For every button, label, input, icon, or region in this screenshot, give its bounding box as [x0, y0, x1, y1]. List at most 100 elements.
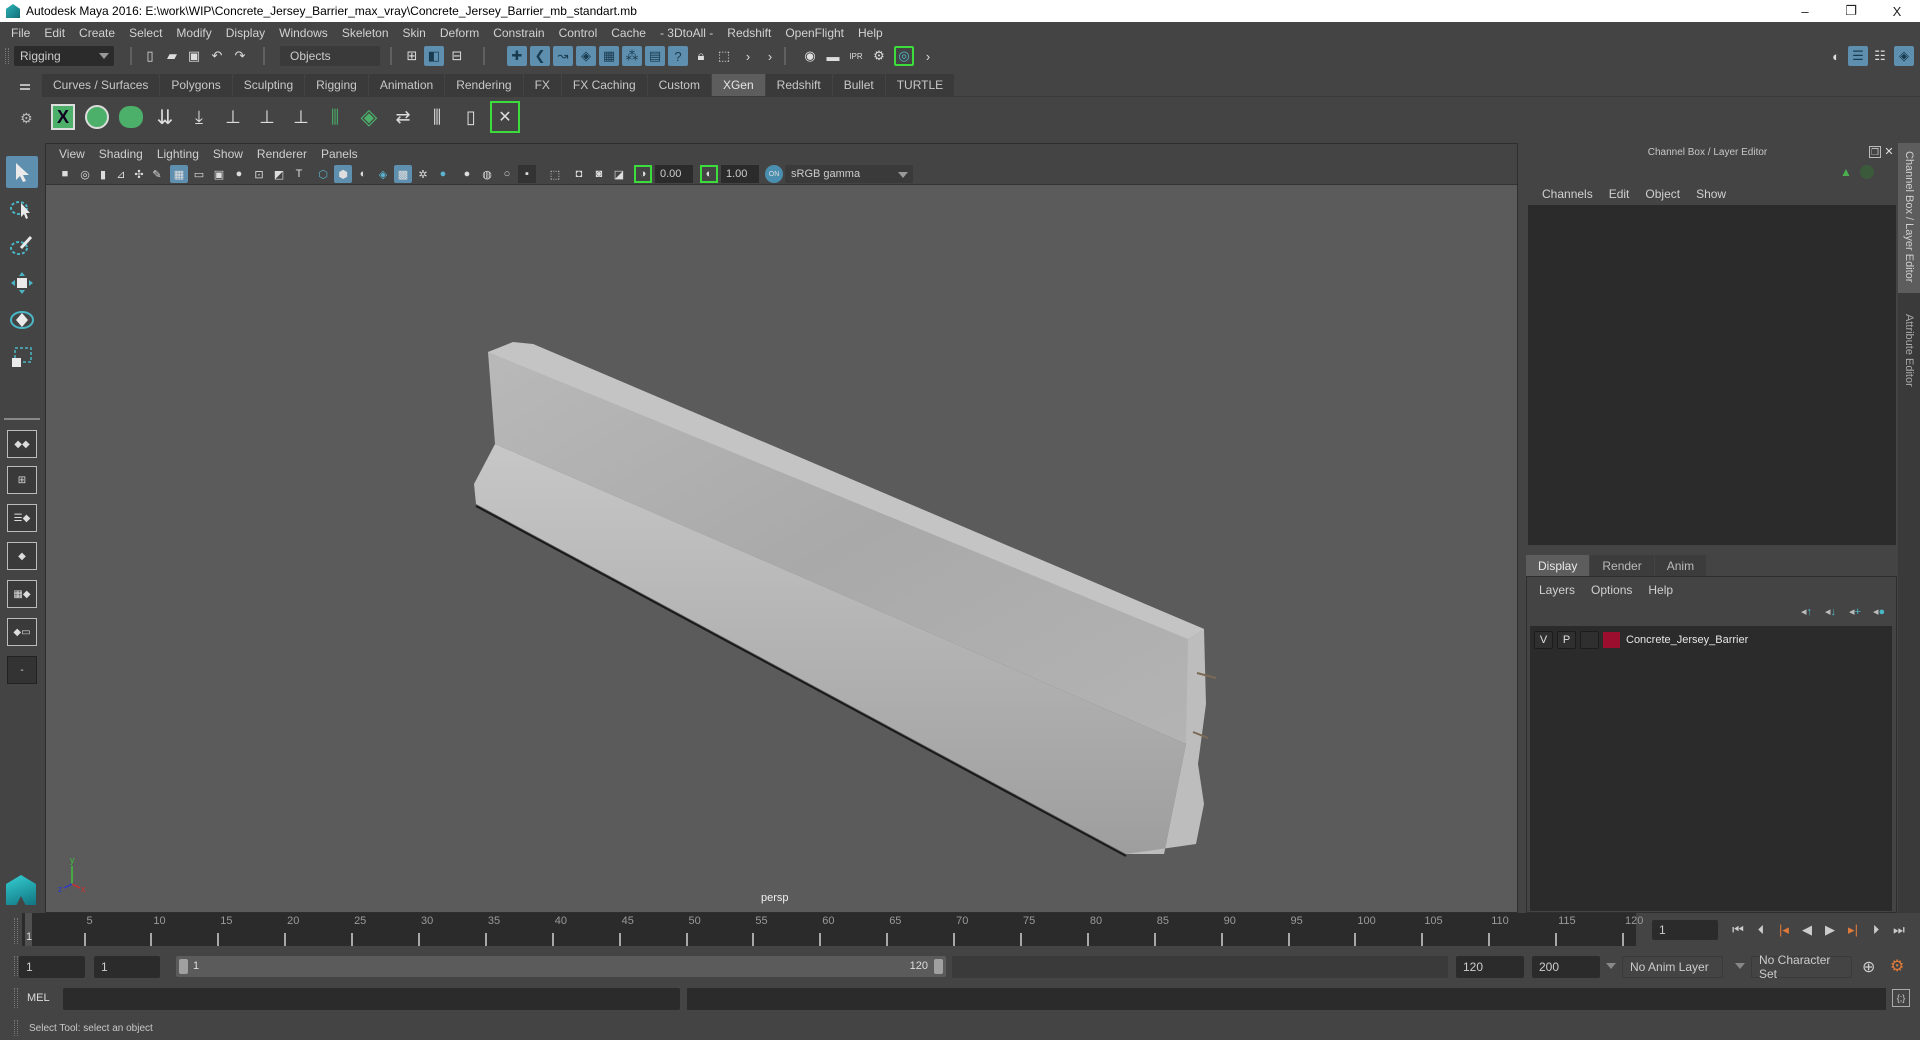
- step-forward-key-icon[interactable]: ▸|: [1843, 921, 1863, 939]
- channels-menu[interactable]: Channels: [1534, 187, 1601, 201]
- guides-to-curves-icon[interactable]: ▯: [456, 101, 486, 133]
- menu-file[interactable]: File: [4, 26, 37, 40]
- menu-select[interactable]: Select: [122, 26, 169, 40]
- menu-openflight[interactable]: OpenFlight: [778, 26, 851, 40]
- menu-redshift[interactable]: Redshift: [720, 26, 778, 40]
- close-panel-icon[interactable]: ✕: [1883, 146, 1895, 158]
- side-tab-attribute-editor[interactable]: Attribute Editor: [1898, 306, 1920, 406]
- play-forwards-icon[interactable]: ▶: [1820, 921, 1840, 939]
- select-by-object-type-icon[interactable]: ◧: [424, 46, 444, 66]
- expand-arrow-icon[interactable]: ›: [738, 46, 758, 66]
- drag-handle[interactable]: [5, 48, 9, 64]
- menu-modify[interactable]: Modify: [169, 26, 218, 40]
- add-guide-icon[interactable]: ⊥: [218, 101, 248, 133]
- shelf-tab-xgen[interactable]: XGen: [711, 74, 766, 96]
- scene-canvas[interactable]: y x z: [46, 144, 1519, 914]
- float-panel-icon[interactable]: ❐: [1869, 146, 1881, 158]
- menu-edit[interactable]: Edit: [37, 26, 72, 40]
- save-scene-icon[interactable]: ▣: [184, 46, 204, 66]
- rebuild-guides-icon[interactable]: ⫼: [320, 101, 350, 133]
- snap-to-curves-icon[interactable]: ❮: [530, 46, 550, 66]
- menuset-dropdown[interactable]: Rigging: [14, 46, 114, 66]
- lock-guide-icon[interactable]: ⊥: [286, 101, 316, 133]
- animation-end-field[interactable]: 200: [1532, 956, 1600, 978]
- range-drag-handle[interactable]: [14, 956, 18, 976]
- options-menu[interactable]: Options: [1583, 583, 1640, 597]
- four-view-layout-icon[interactable]: ⊞: [7, 466, 37, 494]
- select-tool-icon[interactable]: [6, 156, 38, 188]
- lasso-tool-icon[interactable]: [6, 193, 38, 225]
- lock-icon[interactable]: 🔒︎: [691, 46, 711, 66]
- layer-visibility-toggle[interactable]: V: [1534, 631, 1553, 649]
- outliner-persp-layout-icon[interactable]: ☰◆: [7, 504, 37, 532]
- single-perspective-layout-icon[interactable]: ◆◆: [7, 430, 37, 458]
- shelf-tab-turtle[interactable]: TURTLE: [885, 74, 956, 96]
- render-current-frame-icon[interactable]: ▬: [823, 46, 843, 66]
- show-menu[interactable]: Show: [1688, 187, 1734, 201]
- redo-icon[interactable]: ↷: [230, 46, 250, 66]
- menu-create[interactable]: Create: [72, 26, 122, 40]
- shelf-tab-fx-caching[interactable]: FX Caching: [561, 74, 648, 96]
- menu-cache[interactable]: Cache: [604, 26, 653, 40]
- character-set-menu-icon[interactable]: [1735, 963, 1745, 969]
- xgen-clear-preview-icon[interactable]: [116, 101, 146, 133]
- new-empty-layer-icon[interactable]: ◂+: [1849, 605, 1861, 618]
- layer-tab-display[interactable]: Display: [1526, 555, 1590, 576]
- persp-graph-layout-icon[interactable]: ◆: [7, 542, 37, 570]
- layout-options-icon[interactable]: -: [7, 656, 37, 684]
- select-by-component-icon[interactable]: ⊟: [447, 46, 467, 66]
- move-layer-down-icon[interactable]: ◂↓: [1825, 605, 1836, 618]
- menu-skin[interactable]: Skin: [396, 26, 433, 40]
- speed-toggle-icon[interactable]: [1860, 165, 1874, 179]
- anim-layer-dropdown[interactable]: No Anim Layer: [1622, 956, 1723, 978]
- snap-to-projected-center-icon[interactable]: ◈: [576, 46, 596, 66]
- menu-windows[interactable]: Windows: [272, 26, 335, 40]
- viewport-panel[interactable]: View Shading Lighting Show Renderer Pane…: [45, 143, 1518, 913]
- menu-skeleton[interactable]: Skeleton: [335, 26, 396, 40]
- shelf-settings-gear-icon[interactable]: ⚙: [20, 110, 33, 127]
- open-scene-icon[interactable]: ▰: [162, 46, 182, 66]
- go-to-end-icon[interactable]: ⏭: [1889, 921, 1909, 939]
- layer-tab-render[interactable]: Render: [1590, 555, 1654, 576]
- move-tool-icon[interactable]: [6, 267, 38, 299]
- close-button[interactable]: X: [1874, 0, 1920, 22]
- command-language-label[interactable]: MEL: [27, 992, 50, 1004]
- range-slider[interactable]: 1 120: [176, 956, 946, 977]
- xgen-toggle-icon[interactable]: ✕: [490, 101, 520, 133]
- rotate-tool-icon[interactable]: [6, 304, 38, 336]
- bend-guide-icon[interactable]: ⇄: [388, 101, 418, 133]
- anim-layer-menu-icon[interactable]: [1606, 963, 1616, 969]
- command-line-drag-handle[interactable]: [14, 988, 18, 1008]
- channel-box-area[interactable]: [1528, 205, 1896, 545]
- playback-start-field[interactable]: 1: [94, 956, 160, 978]
- render-settings-icon[interactable]: ⚙: [869, 46, 889, 66]
- range-end-handle[interactable]: [934, 959, 943, 974]
- current-frame-field[interactable]: 1: [1652, 920, 1718, 940]
- layer-tab-anim[interactable]: Anim: [1654, 555, 1707, 576]
- layer-display-type-toggle[interactable]: [1580, 631, 1599, 649]
- layer-color-swatch[interactable]: [1603, 632, 1620, 648]
- shelf-tab-custom[interactable]: Custom: [647, 74, 712, 96]
- undo-icon[interactable]: ↶: [207, 46, 227, 66]
- select-lock-icon[interactable]: ⬚: [714, 46, 734, 66]
- menu-display[interactable]: Display: [219, 26, 272, 40]
- make-live-icon[interactable]: ⁂: [622, 46, 642, 66]
- ipr-render-icon[interactable]: IPR: [846, 46, 866, 66]
- animation-start-field[interactable]: 1: [19, 956, 85, 978]
- move-layer-up-icon[interactable]: ◂↑: [1801, 605, 1812, 618]
- snap-to-points-icon[interactable]: ↝: [553, 46, 573, 66]
- modeling-toolkit-icon[interactable]: ◐: [1826, 46, 1846, 66]
- snap-to-view-planes-icon[interactable]: ▦: [599, 46, 619, 66]
- restore-button[interactable]: ❐: [1828, 0, 1874, 22]
- auto-key-icon[interactable]: ⊕: [1862, 957, 1875, 977]
- minimize-button[interactable]: –: [1782, 0, 1828, 22]
- edit-menu[interactable]: Edit: [1601, 187, 1638, 201]
- menu-help[interactable]: Help: [851, 26, 890, 40]
- character-set-dropdown[interactable]: No Character Set: [1751, 953, 1852, 981]
- new-layer-from-selected-icon[interactable]: ◂●: [1873, 605, 1885, 618]
- layer-name[interactable]: Concrete_Jersey_Barrier: [1626, 634, 1748, 646]
- xgen-patch-icon[interactable]: ◈: [354, 101, 384, 133]
- render-view-icon[interactable]: ◉: [800, 46, 820, 66]
- shelf-tab-bullet[interactable]: Bullet: [832, 74, 886, 96]
- help-line-drag-handle[interactable]: [14, 1020, 18, 1036]
